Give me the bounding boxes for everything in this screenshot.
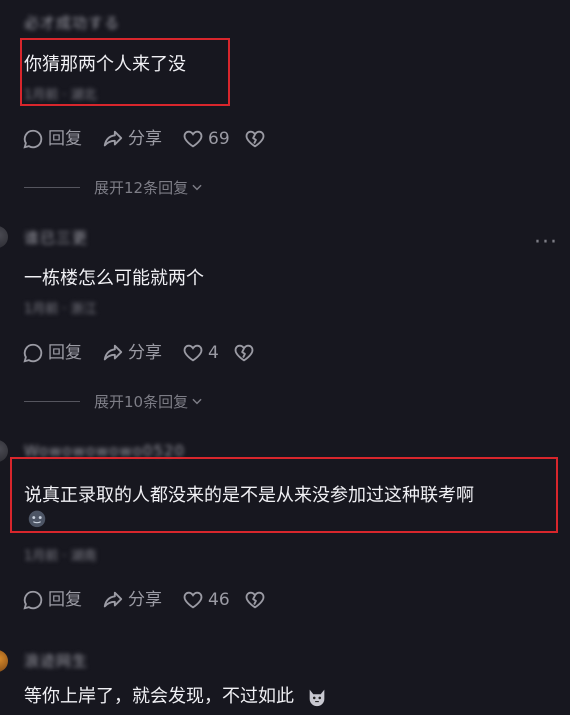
more-options-icon[interactable]: ··· — [534, 230, 558, 255]
reply-bubble-icon — [23, 129, 43, 149]
reply-label: 回复 — [48, 129, 82, 149]
expand-replies-label: 展开10条回复 — [94, 392, 189, 411]
comment-actions: 回复 分享 4 — [22, 341, 275, 365]
dislike-button[interactable] — [233, 342, 255, 364]
comment-content: 等你上岸了，就会发现，不过如此 — [24, 682, 328, 708]
share-label: 分享 — [128, 343, 162, 363]
reply-button[interactable]: 回复 — [22, 128, 82, 150]
share-button[interactable]: 分享 — [102, 342, 162, 364]
comment-content: 你猜那两个人来了没 — [24, 54, 186, 75]
dislike-button[interactable] — [244, 589, 266, 611]
share-arrow-icon — [103, 130, 123, 147]
like-button[interactable]: 69 — [182, 128, 230, 150]
like-button[interactable]: 46 — [182, 589, 230, 611]
expand-replies-button[interactable]: 展开12条回复 — [24, 177, 204, 197]
reply-label: 回复 — [48, 343, 82, 363]
avatar[interactable] — [0, 650, 8, 672]
comment-actions: 回复 分享 46 — [22, 588, 286, 612]
avatar[interactable] — [0, 226, 8, 248]
dislike-button[interactable] — [244, 128, 266, 150]
avatar[interactable] — [0, 440, 8, 462]
comment-actions: 回复 分享 69 — [22, 127, 286, 151]
heart-icon — [183, 344, 203, 362]
share-button[interactable]: 分享 — [102, 589, 162, 611]
comment-meta: 1月前 · 湖南 — [24, 549, 97, 564]
comment-username[interactable]: 谁已三更 — [24, 227, 88, 248]
reply-label: 回复 — [48, 590, 82, 610]
expand-replies-button[interactable]: 展开10条回复 — [24, 391, 204, 411]
reply-bubble-icon — [23, 590, 43, 610]
like-count: 4 — [208, 343, 219, 363]
comment-text: 等你上岸了，就会发现，不过如此 — [24, 686, 294, 707]
like-count: 46 — [208, 590, 230, 610]
broken-heart-icon — [234, 344, 254, 362]
reply-bubble-icon — [23, 343, 43, 363]
cat-emoji-icon — [309, 689, 325, 707]
share-arrow-icon — [103, 344, 123, 361]
share-label: 分享 — [128, 590, 162, 610]
comment-content: 一栋楼怎么可能就两个 — [24, 268, 204, 289]
heart-icon — [183, 591, 203, 609]
like-count: 69 — [208, 129, 230, 149]
emoji-sticker-icon — [28, 510, 46, 528]
comment-content: 说真正录取的人都没来的是不是从来没参加过这种联考啊 — [24, 485, 474, 506]
share-label: 分享 — [128, 129, 162, 149]
broken-heart-icon — [245, 591, 265, 609]
comment-username[interactable]: Wowowowowo0520 — [24, 442, 185, 460]
comment-meta: 1月前 · 湖北 — [24, 88, 97, 103]
heart-icon — [183, 130, 203, 148]
divider — [24, 186, 80, 188]
chevron-down-icon — [192, 398, 202, 405]
share-arrow-icon — [103, 591, 123, 608]
broken-heart-icon — [245, 130, 265, 148]
reply-button[interactable]: 回复 — [22, 342, 82, 364]
comment-meta: 1月前 · 浙江 — [24, 302, 97, 317]
like-button[interactable]: 4 — [182, 342, 219, 364]
comment-username[interactable]: 必才成功する — [24, 12, 120, 33]
comment-username[interactable]: 浪迹网生 — [24, 650, 88, 671]
expand-replies-label: 展开12条回复 — [94, 178, 189, 197]
share-button[interactable]: 分享 — [102, 128, 162, 150]
chevron-down-icon — [192, 184, 202, 191]
reply-button[interactable]: 回复 — [22, 589, 82, 611]
divider — [24, 400, 80, 402]
